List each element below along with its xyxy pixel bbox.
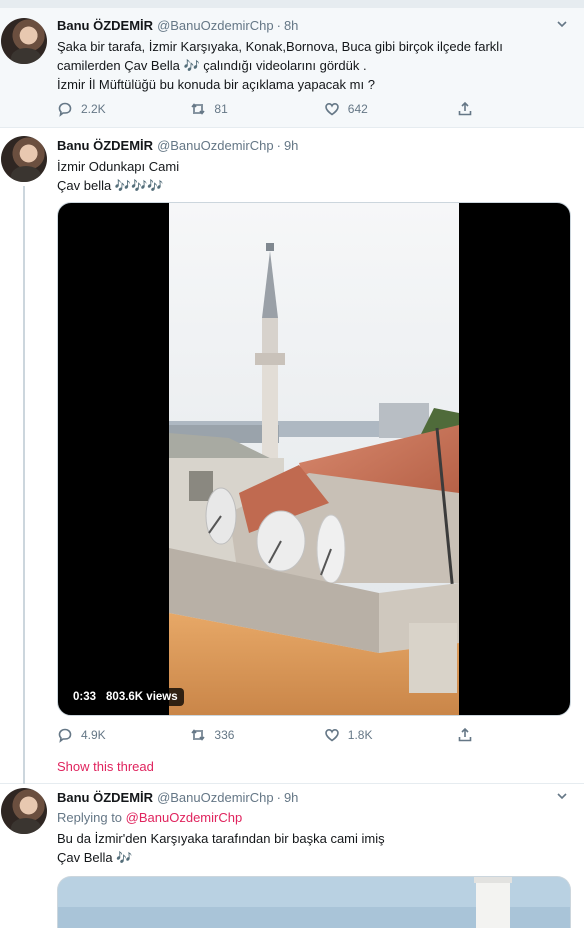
replying-mention[interactable]: @BanuOzdemirChp [126,810,243,825]
timestamp[interactable]: 9h [284,138,298,153]
like-button[interactable]: 1.8K [324,727,457,743]
tweet-header: Banu ÖZDEMİR @BanuOzdemirChp · 8h [57,18,298,34]
tweet-actions: 4.9K 336 1.8K [57,727,497,743]
reply-button[interactable]: 2.2K [57,101,190,117]
author-handle[interactable]: @BanuOzdemirChp [157,18,274,33]
separator: · [276,18,281,33]
chevron-down-icon [557,793,567,800]
replying-to: Replying to @BanuOzdemirChp [57,810,242,825]
media-preview[interactable] [57,876,571,928]
share-icon [458,101,472,116]
more-options-button[interactable] [556,18,568,33]
top-divider [0,0,584,8]
tweet-text: Bu da İzmir'den Karşıyaka tarafından bir… [57,829,562,867]
author-name[interactable]: Banu ÖZDEMİR [57,138,153,153]
avatar[interactable] [1,788,47,834]
show-thread-link[interactable]: Show this thread [57,759,154,774]
like-count: 642 [347,102,368,116]
retweet-button[interactable]: 336 [190,727,323,743]
tweet-text-line: Şaka bir tarafa, İzmir Karşıyaka, Konak,… [57,39,503,54]
share-button[interactable] [457,727,497,743]
heart-icon [324,728,339,742]
timestamp[interactable]: 8h [284,18,298,33]
retweet-icon [191,729,206,741]
tweet-text-line: Çav bella 🎶🎶🎶 [57,178,164,193]
reply-icon [58,102,72,117]
video-views: 803.6K views [106,691,178,703]
reply-button[interactable]: 4.9K [57,727,190,743]
avatar[interactable] [1,18,47,64]
retweet-count: 336 [214,728,235,742]
share-button[interactable] [457,101,497,117]
tweet-header: Banu ÖZDEMİR @BanuOzdemirChp · 9h [57,138,298,154]
tweet-text-line: camilerden Çav Bella 🎶 çalındığı videola… [57,58,367,73]
like-button[interactable]: 642 [324,101,457,117]
separator: · [276,138,281,153]
separator: · [276,790,281,805]
tweet[interactable]: Banu ÖZDEMİR @BanuOzdemirChp · 9h İzmir Odu… [0,128,584,784]
tweet-text-line: Bu da İzmir'den Karşıyaka tarafından bir… [57,831,385,846]
tweet[interactable]: Banu ÖZDEMİR @BanuOzdemirChp · 8h Şaka bir … [0,8,584,128]
retweet-count: 81 [214,102,228,116]
tweet[interactable]: Banu ÖZDEMİR @BanuOzdemirChp · 9h Replying … [0,784,584,928]
tweet-text: Şaka bir tarafa, İzmir Karşıyaka, Konak,… [57,37,562,94]
chevron-down-icon [557,21,567,28]
tweet-header: Banu ÖZDEMİR @BanuOzdemirChp · 9h [57,790,298,806]
more-options-button[interactable] [556,790,568,805]
replying-prefix: Replying to [57,810,123,825]
video-frame [169,203,459,715]
retweet-button[interactable]: 81 [190,101,323,117]
heart-icon [324,102,339,116]
like-count: 1.8K [347,728,373,742]
retweet-icon [191,103,206,115]
share-icon [458,727,472,742]
author-name[interactable]: Banu ÖZDEMİR [57,790,153,805]
reply-icon [58,728,72,743]
author-handle[interactable]: @BanuOzdemirChp [157,790,274,805]
tweet-text-line: Çav Bella 🎶 [57,850,133,865]
tweet-actions: 2.2K 81 642 [57,101,497,117]
tweet-text: İzmir Odunkapı Cami Çav bella 🎶🎶🎶 [57,157,562,195]
avatar[interactable] [1,136,47,182]
tweet-text-line: İzmir Odunkapı Cami [57,159,180,174]
video-thumbnail [169,203,459,715]
thread-line [23,186,25,784]
author-name[interactable]: Banu ÖZDEMİR [57,18,153,33]
reply-count: 2.2K [81,102,106,116]
author-handle[interactable]: @BanuOzdemirChp [157,138,274,153]
video-player[interactable]: 0:33 803.6K views [57,202,571,716]
reply-count: 4.9K [81,728,106,742]
media-thumbnail [58,877,570,928]
tweet-text-line: İzmir İl Müftülüğü bu konuda bir açıklam… [57,77,375,92]
video-duration: 0:33 [73,691,97,703]
video-stats-badge: 0:33 803.6K views [67,688,184,706]
timestamp[interactable]: 9h [284,790,298,805]
